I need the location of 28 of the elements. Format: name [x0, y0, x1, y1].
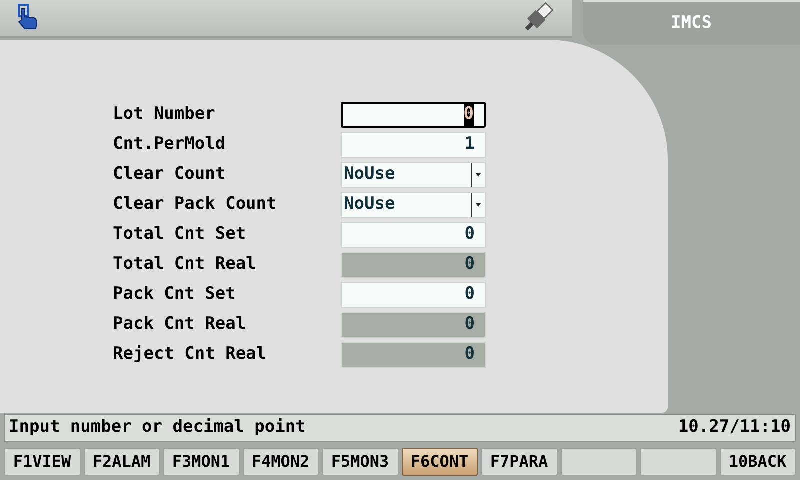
field-label: Total Cnt Set: [113, 223, 248, 246]
status-message: Input number or decimal point: [9, 416, 306, 440]
function-key[interactable]: F7PARA: [481, 448, 558, 476]
input-field[interactable]: 0: [341, 282, 486, 308]
field-label: Lot Number: [113, 103, 216, 126]
field-label: Total Cnt Real: [113, 253, 258, 276]
readout-field: 0: [341, 312, 486, 338]
function-key[interactable]: F1VIEW: [4, 448, 80, 476]
readout-field: 0: [341, 342, 486, 368]
function-key[interactable]: 10BACK: [720, 448, 796, 476]
function-key[interactable]: F6CONT: [402, 448, 478, 476]
function-key[interactable]: F5MON3: [322, 448, 398, 476]
function-key[interactable]: F3MON1: [163, 448, 240, 476]
field-label: Pack Cnt Set: [113, 283, 237, 306]
dropdown[interactable]: NoUse: [341, 192, 486, 218]
function-key[interactable]: F2ALAM: [84, 448, 160, 476]
field-label: Clear Count: [113, 163, 227, 186]
input-field[interactable]: 0: [341, 102, 486, 128]
field-label: Clear Pack Count: [113, 193, 278, 216]
input-field[interactable]: 0: [341, 222, 486, 248]
field-label: Pack Cnt Real: [113, 313, 248, 336]
readout-field: 0: [341, 252, 486, 278]
field-label: Reject Cnt Real: [113, 343, 268, 366]
dropdown[interactable]: NoUse: [341, 162, 486, 188]
field-label: Cnt.PerMold: [113, 133, 227, 156]
input-field[interactable]: 1: [341, 132, 486, 158]
date-time: 10.27/11:10: [678, 416, 791, 440]
function-key[interactable]: F4MON2: [242, 448, 319, 476]
